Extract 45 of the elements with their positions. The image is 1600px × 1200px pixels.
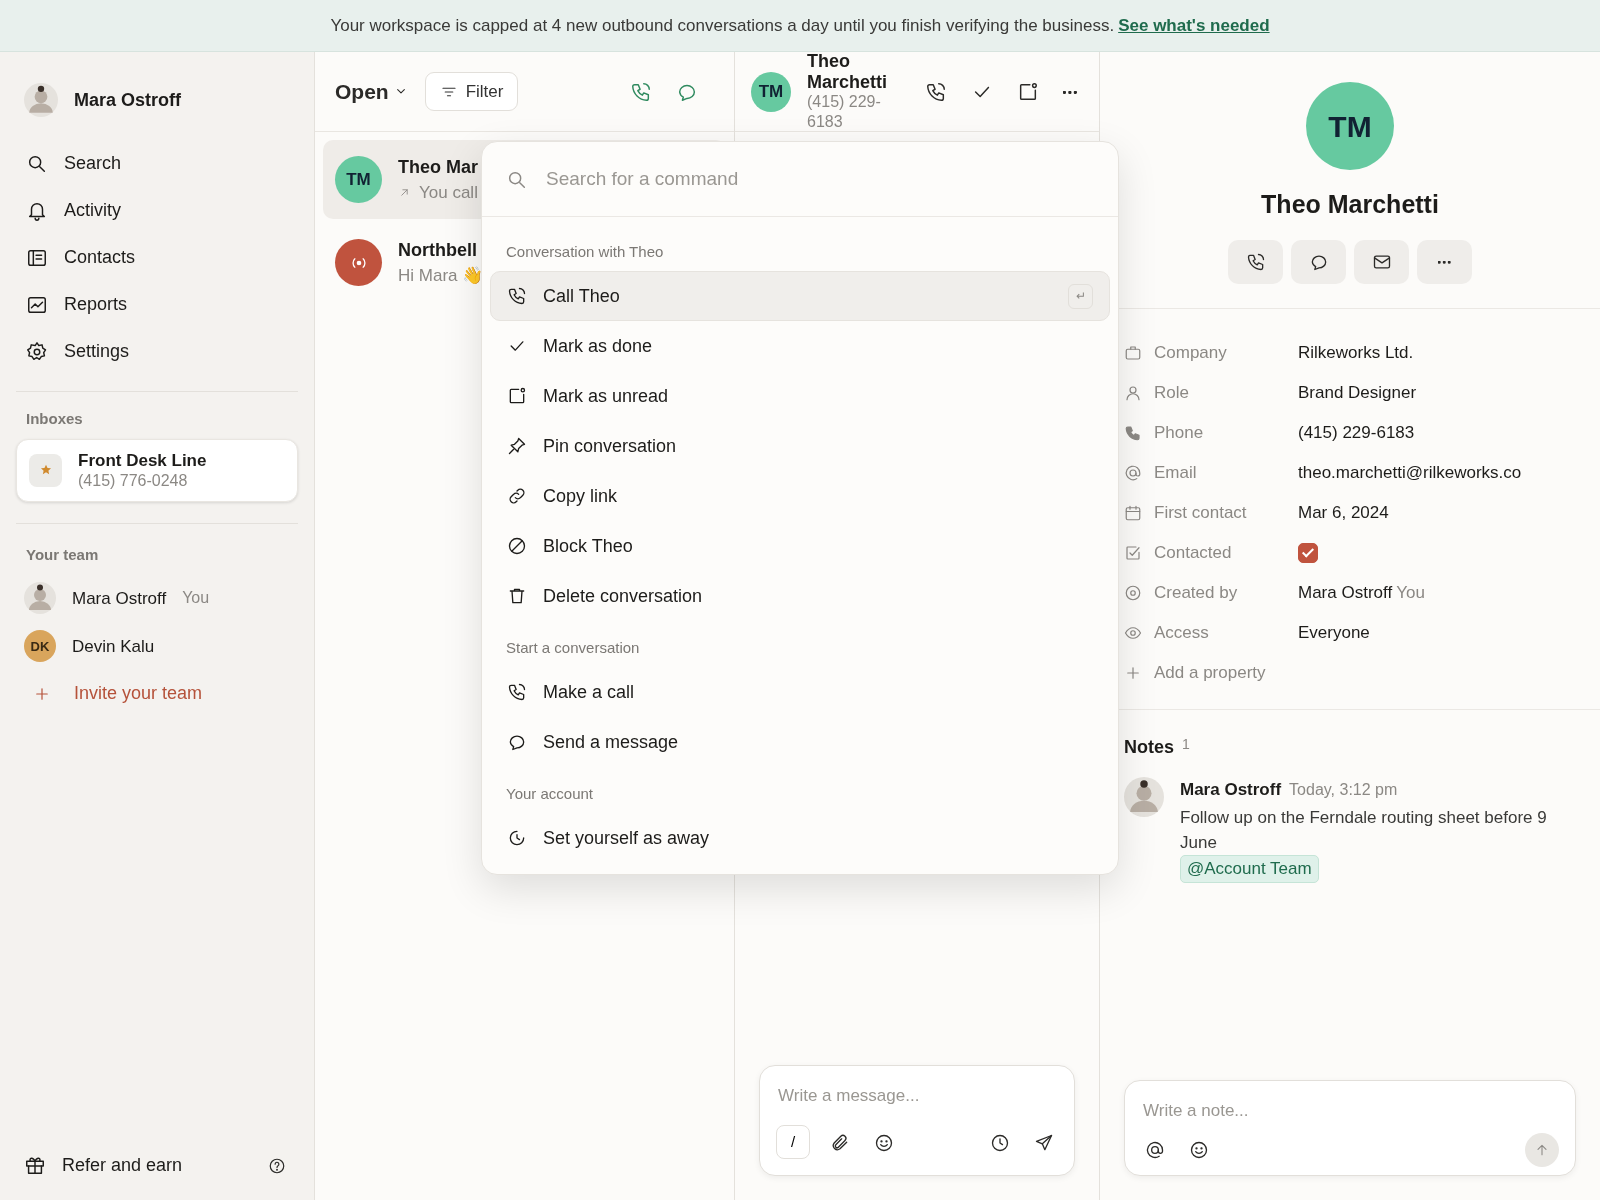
property-value: theo.marchetti@rilkeworks.co xyxy=(1298,461,1522,484)
contact-name: Theo Mar xyxy=(398,155,478,179)
notes-count: 1 xyxy=(1182,734,1190,754)
enter-key: ↵ xyxy=(1068,283,1093,309)
property-value: Mara Ostroff xyxy=(1298,581,1393,604)
property-label: First contact xyxy=(1154,501,1248,524)
note-time: Today, 3:12 pm xyxy=(1289,779,1398,800)
property-label: Contacted xyxy=(1154,541,1233,564)
property-label: Company xyxy=(1154,341,1228,364)
contact-name: Theo Marchetti xyxy=(1261,189,1439,220)
you-tag: You xyxy=(182,586,210,611)
message-preview: Hi Mara 👋 xyxy=(398,265,484,287)
contact-avatar: TM xyxy=(1306,82,1394,170)
contact-name: Northbell xyxy=(398,238,478,262)
property-label: Role xyxy=(1154,381,1190,404)
member-name: Devin Kalu xyxy=(72,635,155,658)
section-title: Your team xyxy=(25,544,100,565)
property-label: Created by xyxy=(1154,581,1239,604)
section-title: Your account xyxy=(505,783,594,804)
user-name: Mara Ostroff xyxy=(74,88,181,112)
contact-name: Theo Marchetti xyxy=(807,50,888,93)
banner-text: Your workspace is capped at 4 new outbound conversations a day until you finish verifying the business. xyxy=(330,14,1115,37)
property-value: Everyone xyxy=(1298,621,1370,644)
property-value: Rilkeworks Ltd. xyxy=(1298,341,1414,364)
property-value: Brand Designer xyxy=(1298,381,1417,404)
property-value: Mar 6, 2024 xyxy=(1298,501,1389,524)
message-preview: You call xyxy=(419,182,478,204)
note-text: Follow up on the Ferndale routing sheet before 9 June xyxy=(1180,807,1548,854)
avatar: DK xyxy=(24,630,56,663)
you-tag: You xyxy=(1396,579,1425,606)
property-label: Access xyxy=(1154,621,1210,644)
inbox-name: Front Desk Line xyxy=(78,449,207,471)
section-title: Inboxes xyxy=(25,409,84,429)
property-label: Email xyxy=(1154,461,1198,484)
property-label: Phone xyxy=(1154,421,1205,444)
inbox-phone: (415) 776-0248 xyxy=(78,470,189,491)
note-author: Mara Ostroff xyxy=(1180,778,1282,801)
contact-phone: (415) 229-6183 xyxy=(807,92,882,133)
member-name: Mara Ostroff xyxy=(72,587,167,610)
notes-title: Notes xyxy=(1124,735,1174,759)
avatar: TM xyxy=(751,71,791,112)
avatar: TM xyxy=(335,156,382,203)
section-title: Conversation with Theo xyxy=(505,241,665,262)
property-value: (415) 229-6183 xyxy=(1298,421,1415,444)
section-title: Start a conversation xyxy=(505,637,641,658)
